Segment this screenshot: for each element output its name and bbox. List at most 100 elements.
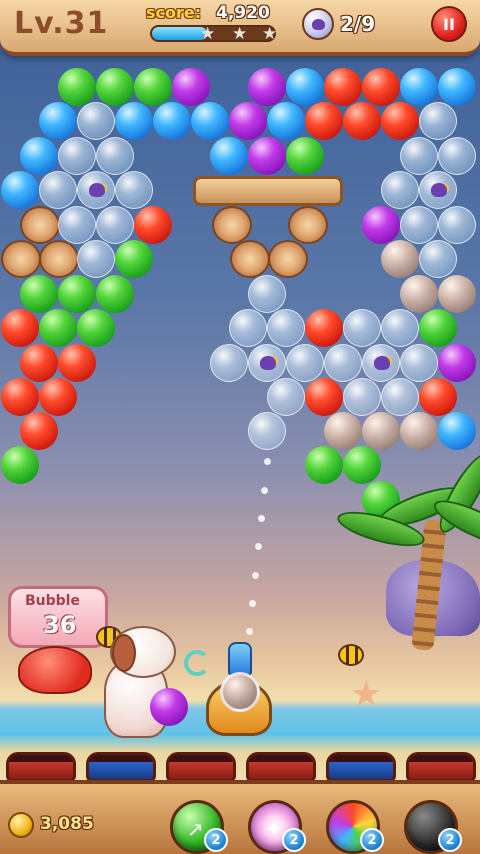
bubble-red bbox=[305, 378, 343, 416]
bubble-clear bbox=[343, 309, 381, 347]
bubble-clear bbox=[229, 309, 267, 347]
bubble-blue bbox=[286, 68, 324, 106]
bubble-red bbox=[419, 378, 457, 416]
wooden-log bbox=[20, 206, 60, 244]
bubble-clear bbox=[248, 412, 286, 450]
bubble-blue bbox=[20, 137, 58, 175]
wooden-log bbox=[268, 240, 308, 278]
bubble-stone bbox=[362, 412, 400, 450]
bubble-bird bbox=[419, 171, 457, 209]
bubble-green bbox=[58, 275, 96, 313]
bubble-purple bbox=[229, 102, 267, 140]
score-label: score: bbox=[146, 3, 202, 22]
level-label: Lv.31 bbox=[14, 6, 109, 41]
bubble-green bbox=[96, 275, 134, 313]
bubble-green bbox=[419, 309, 457, 347]
bubble-clear bbox=[286, 344, 324, 382]
bubble-red bbox=[1, 378, 39, 416]
bubble-blue bbox=[153, 102, 191, 140]
score-value: 4,920 bbox=[216, 3, 270, 23]
bubble-clear bbox=[210, 344, 248, 382]
bubble-purple bbox=[248, 137, 286, 175]
bubble-purple bbox=[438, 344, 476, 382]
bubble-green bbox=[305, 446, 343, 484]
bubble-blue bbox=[115, 102, 153, 140]
bubble-red bbox=[381, 102, 419, 140]
aim-dot bbox=[261, 487, 268, 494]
bubble-clear bbox=[343, 378, 381, 416]
bubble-green bbox=[115, 240, 153, 278]
bubble-green bbox=[39, 309, 77, 347]
paw-coin-icon bbox=[8, 812, 34, 838]
bubble-clear bbox=[115, 171, 153, 209]
bubble-red bbox=[39, 378, 77, 416]
bubble-clear bbox=[419, 240, 457, 278]
bubble-red bbox=[324, 68, 362, 106]
bubble-blue bbox=[438, 68, 476, 106]
pot bbox=[166, 752, 236, 782]
bubble-clear bbox=[58, 206, 96, 244]
lightning-icon: ✦ bbox=[265, 817, 282, 841]
bubble-blue bbox=[39, 102, 77, 140]
bubble-blue bbox=[400, 68, 438, 106]
bubble-red bbox=[305, 102, 343, 140]
arrow-icon: ↗ bbox=[187, 817, 204, 841]
bubble-blue bbox=[267, 102, 305, 140]
booster-count: 2 bbox=[438, 828, 462, 852]
aim-dot bbox=[258, 515, 265, 522]
coin-balance: 3,085 bbox=[40, 814, 94, 834]
bubble-purple bbox=[172, 68, 210, 106]
game-board[interactable]: Lv.31 score: 4,920 ★ ★ ★ 2/9 II Bubble 3… bbox=[0, 0, 480, 854]
aim-dot bbox=[246, 628, 253, 635]
booster-count: 2 bbox=[360, 828, 384, 852]
bubble-blue bbox=[210, 137, 248, 175]
bubble-green bbox=[77, 309, 115, 347]
bubble-red bbox=[362, 68, 400, 106]
swap-arrows-icon[interactable] bbox=[184, 650, 210, 676]
bubble-clear bbox=[381, 309, 419, 347]
bubble-blue bbox=[438, 412, 476, 450]
bubble-stone bbox=[400, 412, 438, 450]
wooden-plank bbox=[193, 176, 343, 206]
bubble-red bbox=[1, 309, 39, 347]
pot bbox=[6, 752, 76, 782]
bubble-purple bbox=[362, 206, 400, 244]
wooden-log bbox=[288, 206, 328, 244]
aim-dot bbox=[264, 458, 271, 465]
bubble-stone bbox=[400, 275, 438, 313]
bubble-bird bbox=[248, 344, 286, 382]
bubble-stone bbox=[381, 240, 419, 278]
bubble-clear bbox=[381, 378, 419, 416]
bubble-stone bbox=[324, 412, 362, 450]
bubble-green bbox=[20, 275, 58, 313]
aim-dot bbox=[249, 600, 256, 607]
sign-title: Bubble bbox=[25, 593, 80, 609]
bubble-bird bbox=[362, 344, 400, 382]
bubble-green bbox=[1, 446, 39, 484]
pot bbox=[86, 752, 156, 782]
pause-button[interactable]: II bbox=[431, 6, 467, 42]
bubble-clear bbox=[96, 137, 134, 175]
aim-dot bbox=[255, 543, 262, 550]
bubble-blue bbox=[1, 171, 39, 209]
sign-number: 36 bbox=[43, 611, 77, 639]
bubble-clear bbox=[96, 206, 134, 244]
aim-dot bbox=[252, 572, 259, 579]
top-hud: Lv.31 score: 4,920 ★ ★ ★ 2/9 II bbox=[0, 0, 480, 56]
bubble-red bbox=[134, 206, 172, 244]
bee-character bbox=[338, 644, 364, 666]
bubble-red bbox=[20, 344, 58, 382]
bubble-clear bbox=[419, 102, 457, 140]
bubble-clear bbox=[58, 137, 96, 175]
pot bbox=[406, 752, 476, 782]
bubble-blue bbox=[191, 102, 229, 140]
crab-character bbox=[18, 646, 92, 694]
bubble-clear bbox=[77, 240, 115, 278]
pot-row bbox=[0, 752, 480, 782]
wooden-log bbox=[39, 240, 79, 278]
progress-star-icon: ★ bbox=[262, 24, 278, 44]
bubble-green bbox=[286, 137, 324, 175]
bubble-clear bbox=[267, 309, 305, 347]
bubble-clear bbox=[438, 137, 476, 175]
bubble-red bbox=[343, 102, 381, 140]
